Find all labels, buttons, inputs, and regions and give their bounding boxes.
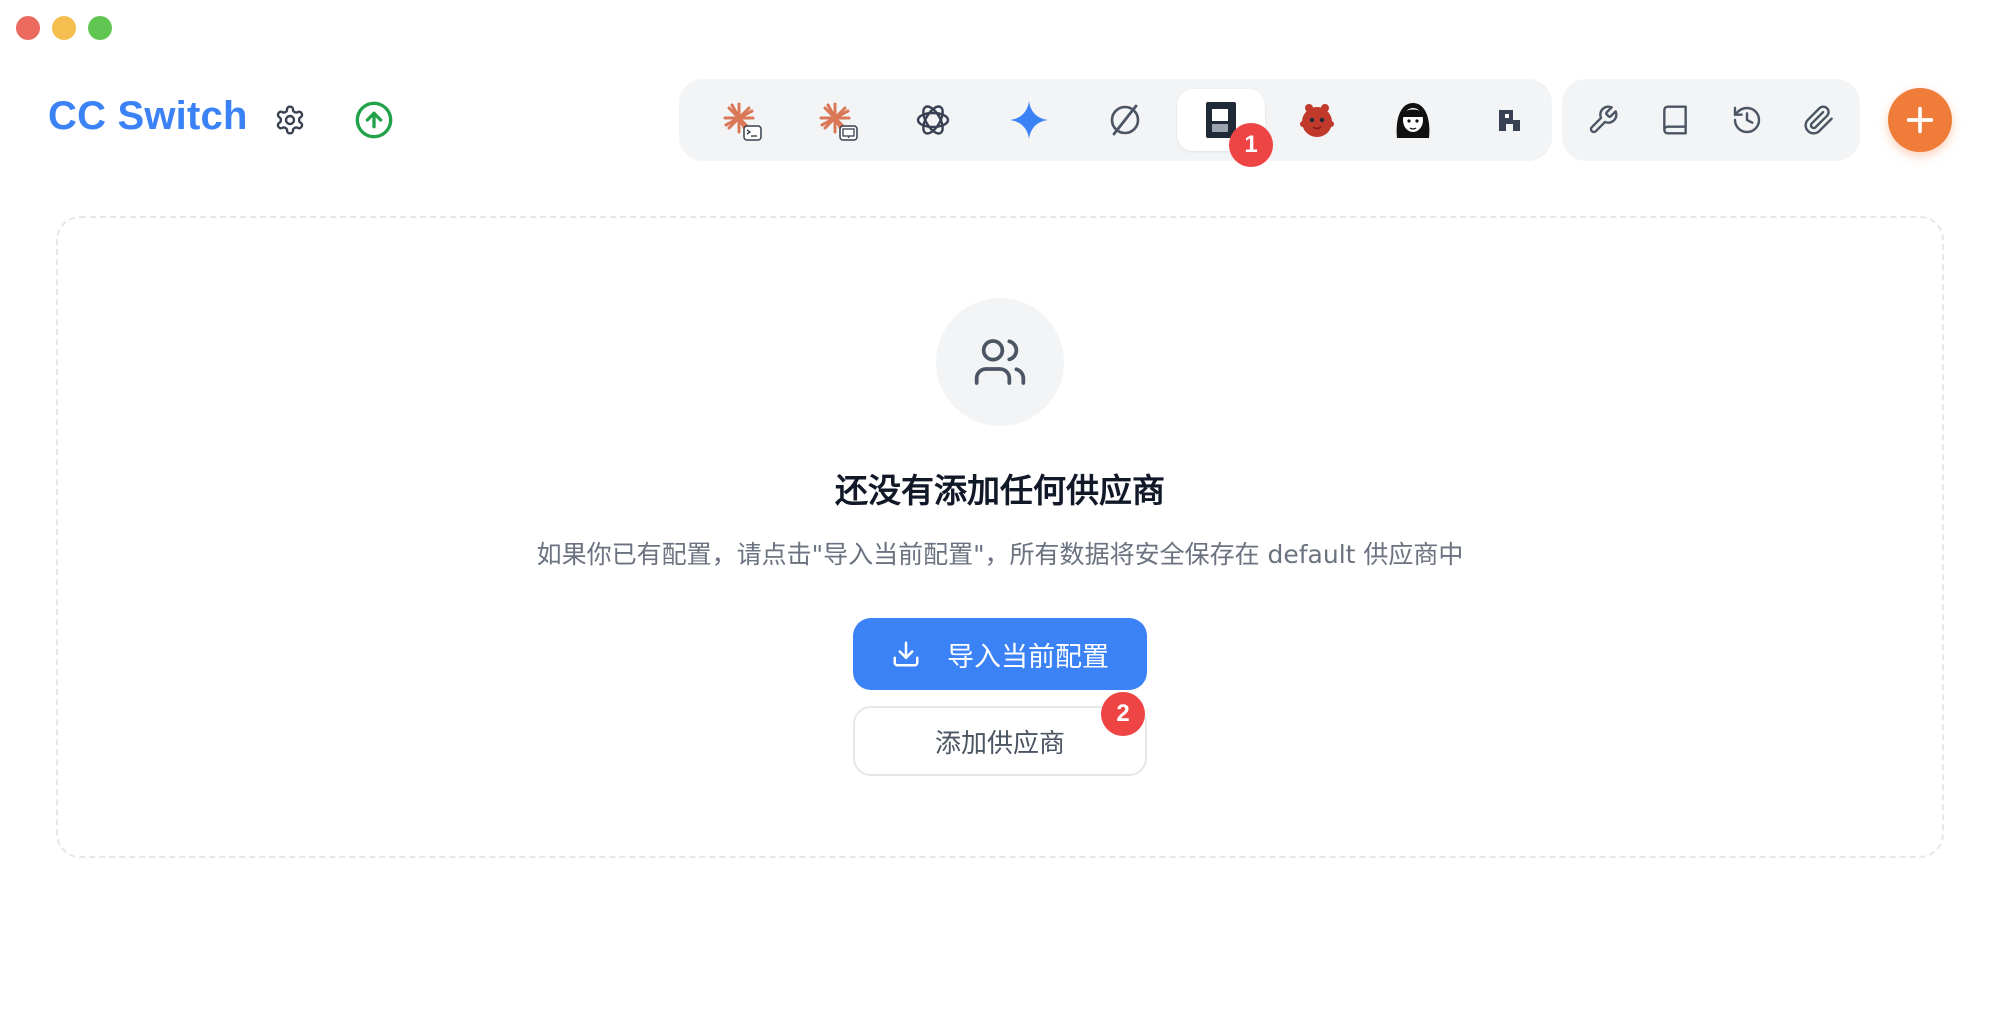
add-provider-label: 添加供应商	[934, 728, 1065, 759]
empty-state-title: 还没有添加任何供应商	[835, 471, 1165, 510]
openai-icon	[916, 105, 950, 135]
empty-state-description: 如果你已有配置，请点击"导入当前配置"，所有数据将安全保存在 default 供…	[536, 540, 1464, 569]
book-icon	[1663, 105, 1687, 135]
wrench-icon	[1589, 105, 1618, 134]
maximize-window-button[interactable]	[88, 16, 112, 40]
minimize-window-button[interactable]	[52, 16, 76, 40]
empty-state-icon-circle	[936, 298, 1064, 426]
tools-bar	[1562, 79, 1860, 161]
tab-red-mascot[interactable]	[1273, 89, 1361, 151]
app-switcher-bar	[679, 79, 1552, 161]
pixel-logo-icon	[1499, 110, 1520, 131]
import-current-config-button[interactable]: 导入当前配置	[853, 618, 1147, 690]
claude-desktop-icon	[819, 102, 858, 141]
tab-codex[interactable]	[889, 89, 977, 151]
opencode-icon	[1110, 104, 1140, 136]
update-button[interactable]	[352, 98, 396, 142]
import-button-label: 导入当前配置	[947, 641, 1109, 673]
app-title: CC Switch	[48, 94, 248, 138]
gemini-icon	[1010, 101, 1048, 139]
avatar-girl-icon	[1396, 103, 1430, 138]
close-window-button[interactable]	[16, 16, 40, 40]
gear-icon	[276, 105, 304, 135]
download-icon	[893, 641, 919, 667]
plus-icon	[1906, 106, 1934, 134]
add-provider-fab[interactable]	[1888, 88, 1952, 152]
window-controls	[16, 16, 112, 40]
step-badge-2: 2	[1101, 692, 1145, 736]
tab-claude-code[interactable]	[697, 89, 785, 151]
arrow-up-circle-icon	[355, 101, 393, 139]
tab-pixel-app[interactable]	[1465, 89, 1553, 151]
prompts-button[interactable]	[1650, 95, 1700, 145]
claude-code-icon	[723, 102, 762, 141]
history-button[interactable]	[1722, 95, 1772, 145]
tab-gemini[interactable]	[985, 89, 1073, 151]
red-mascot-icon	[1300, 104, 1334, 137]
tools-button[interactable]	[1578, 95, 1628, 145]
step-badge-1: 1	[1229, 123, 1273, 167]
tab-avatar-girl[interactable]	[1369, 89, 1457, 151]
history-icon	[1733, 106, 1761, 134]
paperclip-icon	[1804, 105, 1833, 135]
users-icon	[974, 339, 1026, 385]
attachments-button[interactable]	[1794, 95, 1844, 145]
tab-claude-desktop[interactable]	[793, 89, 881, 151]
settings-button[interactable]	[268, 98, 312, 142]
tab-opencode[interactable]	[1081, 89, 1169, 151]
